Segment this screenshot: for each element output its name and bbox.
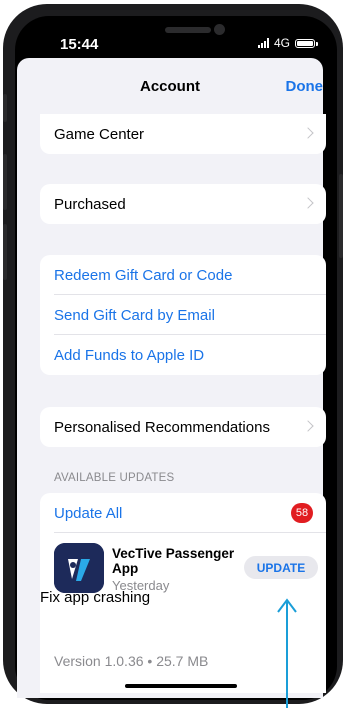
network-type: 4G	[273, 36, 290, 50]
redeem-label: Redeem Gift Card or Code	[54, 266, 233, 284]
page-title: Account	[140, 78, 200, 95]
signal-icon	[257, 38, 269, 48]
game-center-group: Game Center	[40, 114, 326, 154]
update-all-label: Update All	[54, 504, 123, 522]
vective-app-icon	[54, 543, 104, 593]
purchased-label: Purchased	[54, 195, 126, 213]
nav-bar: Account Done	[17, 58, 323, 110]
redeem-gift-card-link[interactable]: Redeem Gift Card or Code	[40, 255, 326, 295]
status-time: 15:44	[60, 36, 99, 53]
game-center-label: Game Center	[54, 125, 145, 143]
update-button[interactable]: UPDATE	[244, 556, 318, 579]
add-funds-label: Add Funds to Apple ID	[54, 346, 205, 364]
update-all-button[interactable]: Update All 58	[40, 493, 326, 533]
chevron-right-icon	[302, 420, 314, 432]
recommendations-group: Personalised Recommendations	[40, 407, 326, 447]
annotation-arrow-icon	[277, 598, 297, 708]
speaker-grille	[165, 27, 211, 33]
purchased-row[interactable]: Purchased	[40, 184, 326, 224]
game-center-row[interactable]: Game Center	[40, 114, 326, 154]
status-indicators: 4G	[257, 36, 318, 50]
gift-card-group: Redeem Gift Card or Code Send Gift Card …	[40, 255, 326, 375]
send-gift-card-link[interactable]: Send Gift Card by Email	[40, 295, 326, 335]
purchased-group: Purchased	[40, 184, 326, 224]
volume-up-button	[3, 154, 7, 210]
version-info: Version 1.0.36 • 25.7 MB	[54, 653, 209, 669]
recommendations-label: Personalised Recommendations	[54, 418, 270, 436]
home-indicator	[125, 684, 237, 688]
chevron-right-icon	[302, 197, 314, 209]
status-bar: 15:44 4G	[15, 16, 337, 64]
app-name: VecTive Passenger App	[112, 546, 235, 576]
send-gift-label: Send Gift Card by Email	[54, 306, 215, 324]
chevron-right-icon	[302, 127, 314, 139]
front-camera	[214, 24, 225, 35]
add-funds-link[interactable]: Add Funds to Apple ID	[40, 335, 326, 375]
battery-icon	[295, 38, 318, 48]
personalised-recommendations-row[interactable]: Personalised Recommendations	[40, 407, 326, 447]
updates-count-badge: 58	[291, 503, 313, 523]
available-updates-header: AVAILABLE UPDATES	[54, 472, 175, 484]
volume-down-button	[3, 224, 7, 280]
mute-switch	[3, 94, 7, 122]
power-button	[339, 174, 343, 258]
done-button[interactable]: Done	[286, 78, 324, 95]
